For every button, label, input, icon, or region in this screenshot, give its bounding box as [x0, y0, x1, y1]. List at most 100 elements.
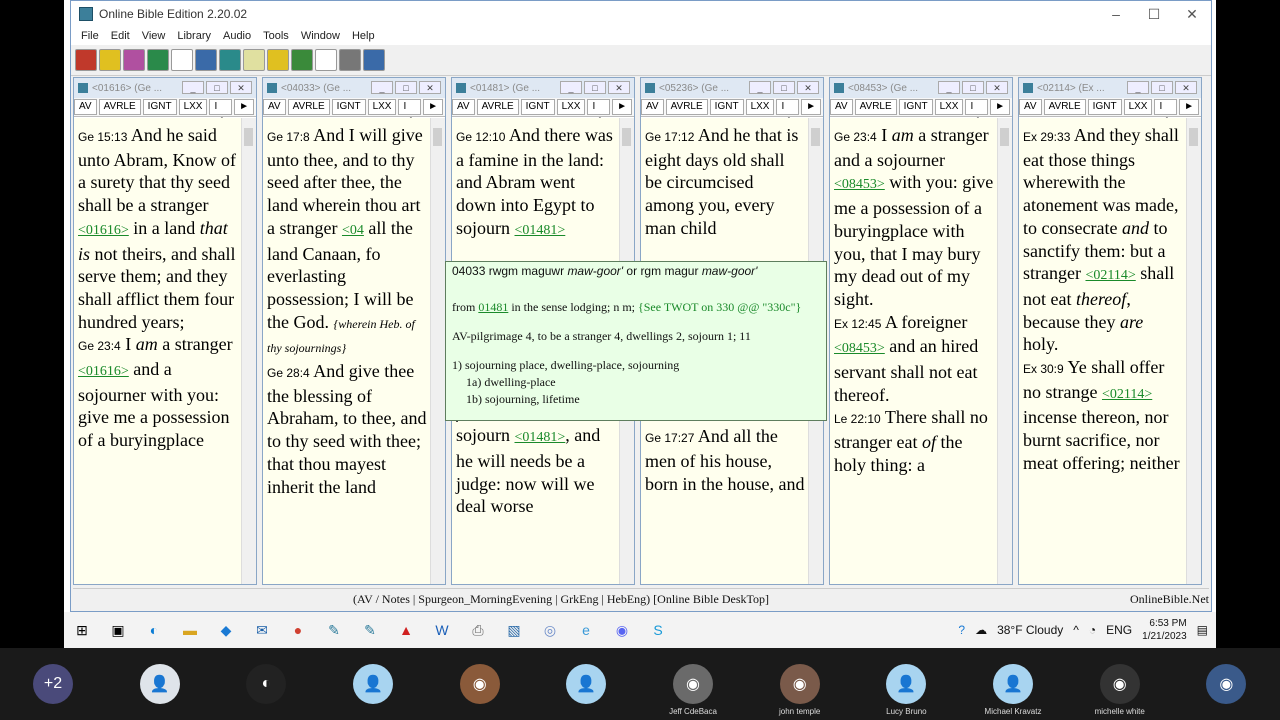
pane-tab[interactable]: LXX [745, 99, 775, 115]
participant-tile[interactable]: +2 [0, 648, 106, 720]
open-book-icon[interactable] [171, 49, 193, 71]
pane-tab[interactable]: AVRLE [98, 99, 141, 115]
pane-minimize-button[interactable]: _ [749, 81, 771, 94]
pane-tab[interactable]: I ◄ [965, 99, 989, 126]
edge-icon[interactable]: ◐ [142, 618, 166, 642]
pane-text[interactable]: Ge 17:8 And I will give unto thee, and t… [263, 118, 431, 584]
notification-icon[interactable]: ▤ [1197, 623, 1208, 637]
minimize-button[interactable]: – [1097, 1, 1135, 27]
maximize-button[interactable]: ☐ [1135, 1, 1173, 27]
pane-tab[interactable]: LXX [1123, 99, 1153, 115]
printer-app-icon[interactable]: ⎙ [466, 618, 490, 642]
photos-icon[interactable]: ▧ [502, 618, 526, 642]
participant-tile[interactable]: ◉ john temple [747, 648, 853, 720]
pane-tab[interactable]: IGNT [898, 99, 933, 115]
word-icon[interactable]: W [430, 618, 454, 642]
participant-tile[interactable]: ◐ [213, 648, 319, 720]
pane-tab[interactable]: AVRLE [476, 99, 519, 115]
pane-maximize-button[interactable]: □ [773, 81, 795, 94]
pane-text[interactable]: Ge 15:13 And he said unto Abram, Know of… [74, 118, 242, 584]
clock[interactable]: 6:53 PM 1/21/2023 [1142, 617, 1187, 643]
pane-tab[interactable]: LXX [367, 99, 397, 115]
pane-tab[interactable]: AV [452, 99, 475, 115]
mail-icon[interactable]: ✉ [250, 618, 274, 642]
language-indicator[interactable]: ENG [1106, 623, 1132, 637]
participant-tile[interactable]: 👤 [320, 648, 426, 720]
pane-tab[interactable]: AVRLE [287, 99, 330, 115]
menu-window[interactable]: Window [295, 30, 346, 42]
pane-scrollbar[interactable] [430, 118, 445, 584]
pane-close-button[interactable]: ✕ [230, 81, 252, 94]
popup-root-link[interactable]: 01481 [478, 300, 508, 314]
close-button[interactable]: ✕ [1173, 1, 1211, 27]
pane-tab[interactable]: AV [830, 99, 853, 115]
participant-tile[interactable]: 👤 Lucy Bruno [853, 648, 959, 720]
tools-icon[interactable] [195, 49, 217, 71]
discord-icon[interactable]: ◉ [610, 618, 634, 642]
pane-tab[interactable]: LXX [178, 99, 208, 115]
pane-close-button[interactable]: ✕ [986, 81, 1008, 94]
scrollbar-thumb[interactable] [433, 128, 442, 146]
pane-minimize-button[interactable]: _ [371, 81, 393, 94]
scrollbar-thumb[interactable] [1000, 128, 1009, 146]
pane-minimize-button[interactable]: _ [182, 81, 204, 94]
pane-text[interactable]: Ge 23:4 I am a stranger and a sojourner … [830, 118, 998, 584]
pane-tab[interactable]: AV [74, 99, 97, 115]
menu-view[interactable]: View [136, 30, 172, 42]
pane-text[interactable]: Ex 29:33 And they shall eat those things… [1019, 118, 1187, 584]
weather-text[interactable]: 38°F Cloudy [997, 623, 1063, 637]
menu-tools[interactable]: Tools [257, 30, 295, 42]
pane-tab[interactable]: AVRLE [1043, 99, 1086, 115]
pane-tab[interactable]: ► [801, 99, 821, 115]
pane-minimize-button[interactable]: _ [938, 81, 960, 94]
ie-icon[interactable]: e [574, 618, 598, 642]
browser-app-icon[interactable]: ◎ [538, 618, 562, 642]
pane-tab[interactable]: ► [1179, 99, 1199, 115]
pane-tab[interactable]: ► [612, 99, 632, 115]
pane-tab[interactable]: IGNT [1087, 99, 1122, 115]
task-view-icon[interactable]: ▣ [106, 618, 130, 642]
pane-close-button[interactable]: ✕ [419, 81, 441, 94]
pane-maximize-button[interactable]: □ [395, 81, 417, 94]
pane-tab[interactable]: I ◄ [1154, 99, 1178, 126]
participant-tile[interactable]: ◉ Jeff CdeBaca [640, 648, 746, 720]
scrollbar-thumb[interactable] [1189, 128, 1198, 146]
menu-edit[interactable]: Edit [105, 30, 136, 42]
pane-maximize-button[interactable]: □ [584, 81, 606, 94]
pane-tab[interactable]: ► [234, 99, 254, 115]
pane-maximize-button[interactable]: □ [962, 81, 984, 94]
pane-tab[interactable]: AV [641, 99, 664, 115]
pane-close-button[interactable]: ✕ [797, 81, 819, 94]
participant-tile[interactable]: ◉ michelle white [1067, 648, 1173, 720]
participant-tile[interactable]: 👤 Michael Kravatz [960, 648, 1066, 720]
pane-maximize-button[interactable]: □ [206, 81, 228, 94]
pane-tab[interactable]: IGNT [520, 99, 555, 115]
participant-tile[interactable]: ◉ [1173, 648, 1279, 720]
menu-help[interactable]: Help [346, 30, 381, 42]
pane-tab[interactable]: I ◄ [209, 99, 233, 126]
menu-library[interactable]: Library [171, 30, 217, 42]
menu-file[interactable]: File [75, 30, 105, 42]
search-icon[interactable] [363, 49, 385, 71]
chevron-up-icon[interactable]: ^ [1073, 623, 1079, 637]
online-bible-2-icon[interactable]: ✎ [358, 618, 382, 642]
online-bible-icon[interactable]: ✎ [322, 618, 346, 642]
participant-tile[interactable]: ◉ [427, 648, 533, 720]
pane-scrollbar[interactable] [997, 118, 1012, 584]
pane-tab[interactable]: IGNT [331, 99, 366, 115]
scrollbar-thumb[interactable] [622, 128, 631, 146]
chrome-icon[interactable]: ● [286, 618, 310, 642]
wifi-icon[interactable]: ◔ [1089, 623, 1096, 637]
scrollbar-thumb[interactable] [811, 128, 820, 146]
start-icon[interactable]: ⊞ [70, 618, 94, 642]
pane-tab[interactable]: I ◄ [776, 99, 800, 126]
scrollbar-thumb[interactable] [244, 128, 253, 146]
document-icon[interactable] [315, 49, 337, 71]
pane-close-button[interactable]: ✕ [1175, 81, 1197, 94]
pane-close-button[interactable]: ✕ [608, 81, 630, 94]
skype-icon[interactable]: S [646, 618, 670, 642]
pane-minimize-button[interactable]: _ [560, 81, 582, 94]
pane-tab[interactable]: ► [990, 99, 1010, 115]
pane-minimize-button[interactable]: _ [1127, 81, 1149, 94]
pane-tab[interactable]: IGNT [709, 99, 744, 115]
